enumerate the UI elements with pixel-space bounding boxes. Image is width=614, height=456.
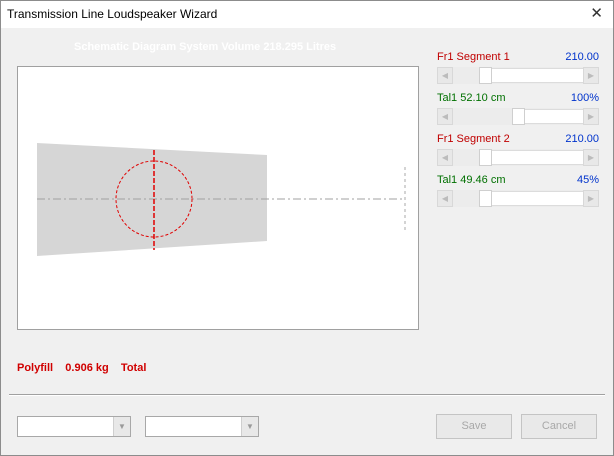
combo-box-1[interactable]: ▼ xyxy=(17,416,131,437)
slider-fill xyxy=(492,68,583,83)
combo-box-2[interactable]: ▼ xyxy=(145,416,259,437)
polyfill-summary: Polyfill 0.906 kg Total xyxy=(17,362,147,374)
param-label: Fr1 Segment 2 xyxy=(437,133,510,145)
param-value: 210.00 xyxy=(565,133,599,145)
param-value: 210.00 xyxy=(565,51,599,63)
param-label: Tal1 52.10 cm xyxy=(437,92,506,104)
dropdown-arrow-icon[interactable]: ▼ xyxy=(241,417,258,436)
wizard-window: Transmission Line Loudspeaker Wizard ✕ S… xyxy=(0,0,614,456)
slider-track[interactable] xyxy=(453,108,583,125)
taper2-slider[interactable]: ◀ ▶ xyxy=(437,190,599,208)
slider-fill xyxy=(525,109,583,124)
segment2-slider[interactable]: ◀ ▶ xyxy=(437,149,599,167)
diagram-caption: Schematic Diagram System Volume 218.295 … xyxy=(74,41,337,53)
segment1-slider[interactable]: ◀ ▶ xyxy=(437,67,599,85)
scroll-left-arrow-icon[interactable]: ◀ xyxy=(437,108,453,125)
scroll-left-arrow-icon[interactable]: ◀ xyxy=(437,67,453,84)
slider-fill xyxy=(492,150,583,165)
scroll-right-arrow-icon[interactable]: ▶ xyxy=(583,190,599,207)
cancel-button[interactable]: Cancel xyxy=(521,414,597,439)
scroll-right-arrow-icon[interactable]: ▶ xyxy=(583,67,599,84)
slider-thumb[interactable] xyxy=(479,67,492,84)
scroll-right-arrow-icon[interactable]: ▶ xyxy=(583,149,599,166)
slider-thumb[interactable] xyxy=(479,149,492,166)
slider-track[interactable] xyxy=(453,67,583,84)
title-bar: Transmission Line Loudspeaker Wizard ✕ xyxy=(1,1,613,28)
slider-fill xyxy=(492,191,583,206)
schematic-svg xyxy=(37,143,406,256)
slider-track[interactable] xyxy=(453,190,583,207)
scroll-left-arrow-icon[interactable]: ◀ xyxy=(437,190,453,207)
slider-thumb[interactable] xyxy=(512,108,525,125)
dropdown-arrow-icon[interactable]: ▼ xyxy=(113,417,130,436)
slider-track[interactable] xyxy=(453,149,583,166)
param-value: 45% xyxy=(576,174,599,186)
schematic-diagram xyxy=(17,66,419,330)
param-value: 100% xyxy=(570,92,599,104)
close-icon[interactable]: ✕ xyxy=(590,4,603,22)
slider-thumb[interactable] xyxy=(479,190,492,207)
taper1-slider[interactable]: ◀ ▶ xyxy=(437,108,599,126)
scroll-right-arrow-icon[interactable]: ▶ xyxy=(583,108,599,125)
save-button[interactable]: Save xyxy=(436,414,512,439)
scroll-left-arrow-icon[interactable]: ◀ xyxy=(437,149,453,166)
window-title: Transmission Line Loudspeaker Wizard xyxy=(7,7,218,21)
separator-line xyxy=(9,394,605,396)
param-label: Tal1 49.46 cm xyxy=(437,174,506,186)
param-label: Fr1 Segment 1 xyxy=(437,51,510,63)
